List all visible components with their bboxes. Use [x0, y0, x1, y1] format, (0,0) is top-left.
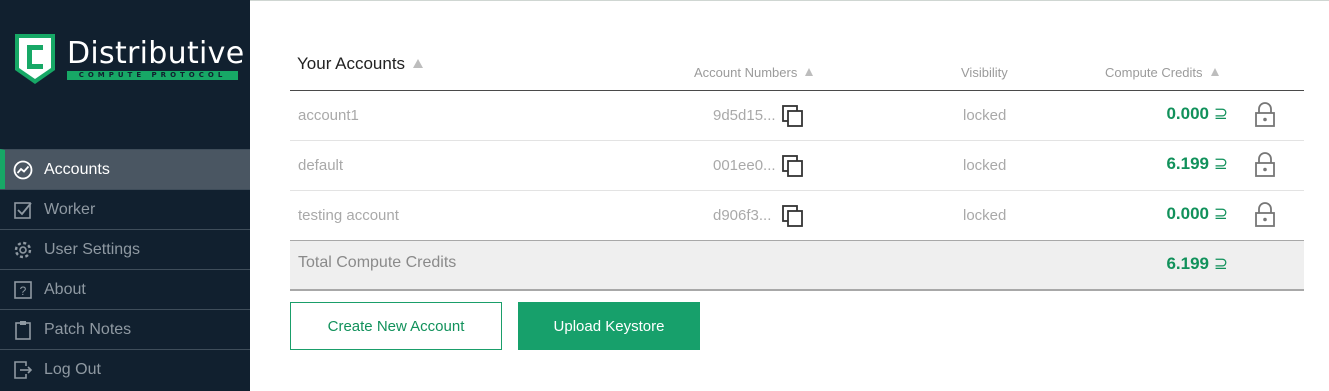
table-header: Your Accounts Account Numbers Visibility… [290, 41, 1304, 91]
lock-icon[interactable] [1254, 102, 1276, 128]
table-row: testing account d906f3... locked 0.000 ⊇ [290, 191, 1304, 240]
account-number: 9d5d15... [713, 107, 776, 124]
logo: Distributive COMPUTE PROTOCOL [12, 32, 244, 88]
sidebar-item-label: Patch Notes [44, 320, 132, 338]
total-label: Total Compute Credits [298, 254, 457, 271]
header-account-numbers[interactable]: Account Numbers [694, 65, 814, 80]
visibility-status: locked [963, 207, 1007, 224]
credits-amount: 6.199 [1166, 254, 1210, 273]
header-label: Your Accounts [297, 54, 406, 73]
copy-icon[interactable] [782, 205, 804, 227]
header-label: Account Numbers [694, 65, 798, 80]
question-icon: ? [12, 279, 34, 301]
account-name: account1 [298, 107, 359, 124]
lock-icon[interactable] [1254, 202, 1276, 228]
currency-icon: ⊇ [1213, 204, 1228, 223]
gear-icon [12, 239, 34, 261]
sidebar-item-label: Accounts [44, 160, 110, 178]
account-number: 001ee0... [713, 157, 776, 174]
copy-icon[interactable] [782, 155, 804, 177]
account-name: default [298, 157, 344, 174]
sidebar-item-patch-notes[interactable]: Patch Notes [0, 309, 250, 349]
sidebar-item-worker[interactable]: Worker [0, 189, 250, 229]
credits-amount: 0.000 [1166, 104, 1210, 123]
sidebar: Distributive COMPUTE PROTOCOL Accounts W… [0, 0, 250, 391]
clipboard-icon [12, 319, 34, 341]
currency-icon: ⊇ [1213, 254, 1228, 273]
sort-up-icon [1210, 68, 1219, 76]
currency-icon: ⊇ [1213, 154, 1228, 173]
total-credits-value: 6.199 ⊇ [1166, 254, 1228, 274]
create-new-account-button[interactable]: Create New Account [290, 302, 502, 350]
total-row: Total Compute Credits 6.199 ⊇ [290, 240, 1304, 291]
sort-up-icon [805, 68, 814, 76]
logo-shield-icon [15, 34, 55, 84]
visibility-status: locked [963, 107, 1007, 124]
brand-name: Distributive [67, 36, 245, 71]
sidebar-item-log-out[interactable]: Log Out [0, 349, 250, 389]
sidebar-item-label: User Settings [44, 240, 141, 258]
credits-value: 0.000 ⊇ [1166, 204, 1228, 224]
credits-value: 6.199 ⊇ [1166, 154, 1228, 174]
copy-icon[interactable] [782, 105, 804, 127]
lock-icon[interactable] [1254, 152, 1276, 178]
sidebar-item-accounts[interactable]: Accounts [0, 149, 250, 189]
header-visibility: Visibility [961, 65, 1008, 80]
header-your-accounts[interactable]: Your Accounts [297, 54, 424, 74]
sidebar-item-about[interactable]: ? About [0, 269, 250, 309]
sort-up-icon [413, 59, 424, 68]
sidebar-item-label: Worker [44, 200, 96, 218]
account-number: d906f3... [713, 207, 772, 224]
currency-icon: ⊇ [1213, 104, 1228, 123]
accounts-table: Your Accounts Account Numbers Visibility… [290, 41, 1304, 291]
sidebar-item-label: About [44, 280, 86, 298]
header-compute-credits[interactable]: Compute Credits [1105, 65, 1219, 80]
account-name: testing account [298, 207, 399, 224]
table-row: account1 9d5d15... locked 0.000 ⊇ [290, 91, 1304, 141]
credits-amount: 6.199 [1166, 154, 1210, 173]
table-row: default 001ee0... locked 6.199 ⊇ [290, 141, 1304, 191]
svg-text:?: ? [20, 284, 27, 298]
chart-icon [12, 159, 34, 181]
logout-icon [12, 359, 34, 381]
sidebar-item-user-settings[interactable]: User Settings [0, 229, 250, 269]
visibility-status: locked [963, 157, 1007, 174]
checkbox-icon [12, 199, 34, 221]
credits-value: 0.000 ⊇ [1166, 104, 1228, 124]
upload-keystore-button[interactable]: Upload Keystore [518, 302, 700, 350]
brand-tagline: COMPUTE PROTOCOL [67, 71, 238, 80]
sidebar-item-label: Log Out [44, 360, 101, 378]
header-label: Compute Credits [1105, 65, 1203, 80]
sidebar-nav: Accounts Worker User Settings ? About Pa… [0, 149, 250, 389]
credits-amount: 0.000 [1166, 204, 1210, 223]
